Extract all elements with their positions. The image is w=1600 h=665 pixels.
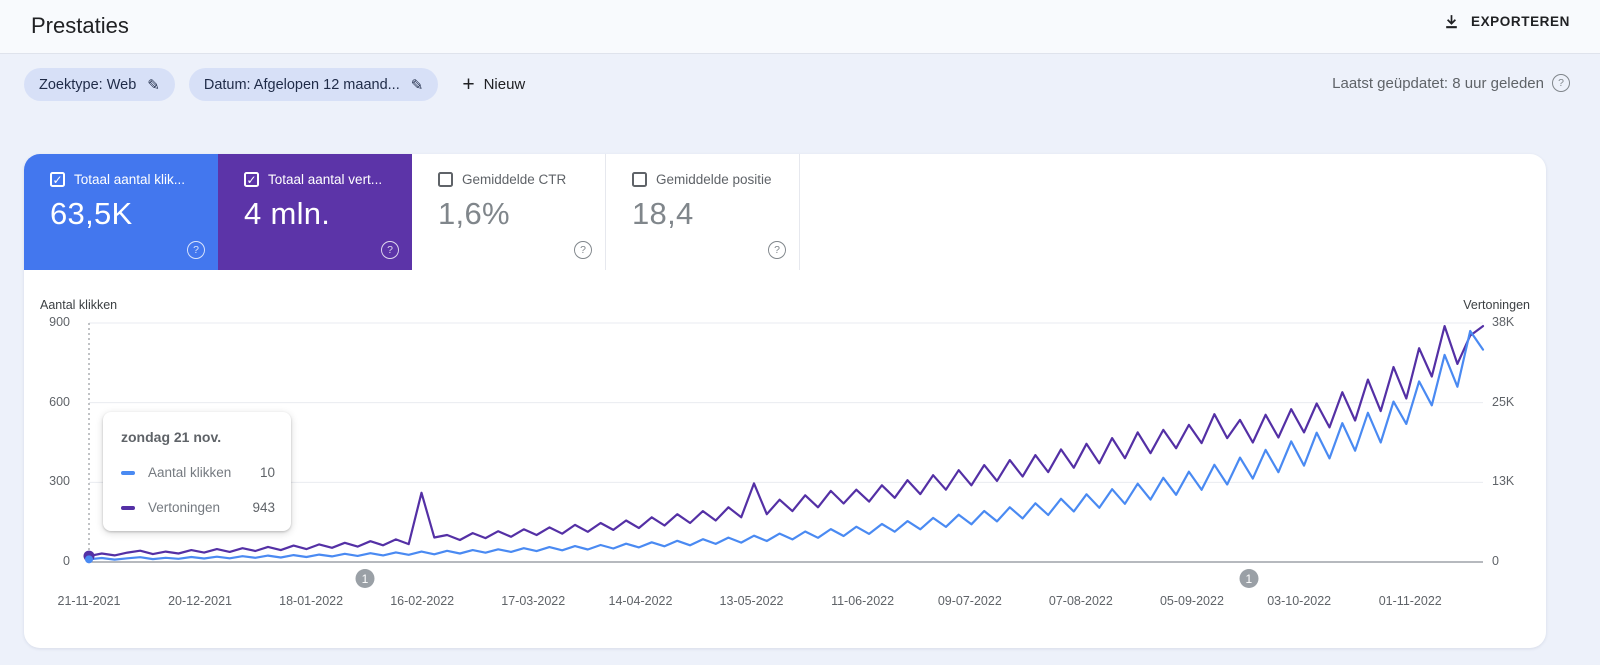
new-filter-label: Nieuw — [483, 76, 526, 93]
x-axis-date-label: 20-12-2021 — [168, 594, 233, 608]
left-axis-tick: 300 — [49, 474, 70, 489]
tooltip-date: zondag 21 nov. — [121, 429, 222, 445]
right-axis-tick: 25K — [1492, 394, 1515, 409]
tooltip-row-clicks: Aantal klikken 10 — [121, 465, 275, 480]
export-button[interactable]: EXPORTEREN — [1443, 13, 1570, 30]
download-icon — [1446, 15, 1457, 29]
x-axis-date-label: 05-09-2022 — [1159, 594, 1224, 608]
x-axis-date-label: 07-08-2022 — [1048, 594, 1113, 608]
new-filter-button[interactable]: + Nieuw — [452, 68, 535, 101]
x-axis-date-label: 03-10-2022 — [1267, 594, 1332, 608]
last-updated-text: Laatst geüpdatet: 8 uur geleden — [1332, 74, 1544, 92]
page-title: Prestaties — [31, 13, 129, 38]
x-axis-date-label: 11-06-2022 — [831, 594, 895, 608]
x-axis-date-label: 18-01-2022 — [279, 594, 344, 608]
x-axis-date-label: 14-04-2022 — [608, 594, 673, 608]
left-axis-tick: 600 — [49, 394, 70, 409]
clicks-series-swatch — [121, 470, 135, 475]
performance-line-chart[interactable] — [24, 154, 1546, 648]
filter-chip-search-type[interactable]: Zoektype: Web ✎ — [24, 68, 175, 101]
x-axis-date-label: 01-11-2022 — [1378, 594, 1442, 608]
x-axis-date-label: 21-11-2021 — [57, 594, 121, 608]
plus-icon: + — [462, 73, 475, 96]
x-axis-date-label: 16-02-2022 — [390, 594, 455, 608]
impressions-series-swatch — [121, 505, 135, 510]
x-axis-date-label: 09-07-2022 — [937, 594, 1002, 608]
x-axis-date-label: 17-03-2022 — [501, 594, 566, 608]
performance-panel: ✓ Totaal aantal klik... 63,5K ? ✓ Totaal… — [24, 154, 1546, 648]
x-axis-date-label: 13-05-2022 — [719, 594, 784, 608]
left-axis-tick: 0 — [63, 554, 70, 568]
filter-chip-search-type-label: Zoektype: Web — [39, 76, 137, 93]
help-icon[interactable]: ? — [1552, 74, 1570, 92]
left-axis-tick: 900 — [49, 315, 70, 329]
chart-tooltip: zondag 21 nov. Aantal klikken 10 Vertoni… — [103, 412, 291, 531]
right-axis-tick: 13K — [1492, 474, 1515, 489]
annotation-marker[interactable]: 1 — [355, 569, 375, 588]
right-axis-tick: 0 — [1492, 554, 1499, 568]
top-header-bar — [0, 0, 1600, 54]
edit-pencil-icon: ✎ — [147, 76, 160, 94]
filter-chip-date[interactable]: Datum: Afgelopen 12 maand... ✎ — [188, 68, 439, 101]
tooltip-row-impressions: Vertoningen 943 — [121, 500, 275, 515]
right-axis-tick: 38K — [1492, 315, 1515, 329]
annotation-marker[interactable]: 1 — [1239, 569, 1259, 588]
filter-chip-date-label: Datum: Afgelopen 12 maand... — [203, 76, 400, 93]
export-button-label: EXPORTEREN — [1470, 14, 1570, 29]
edit-pencil-icon: ✎ — [410, 76, 424, 94]
